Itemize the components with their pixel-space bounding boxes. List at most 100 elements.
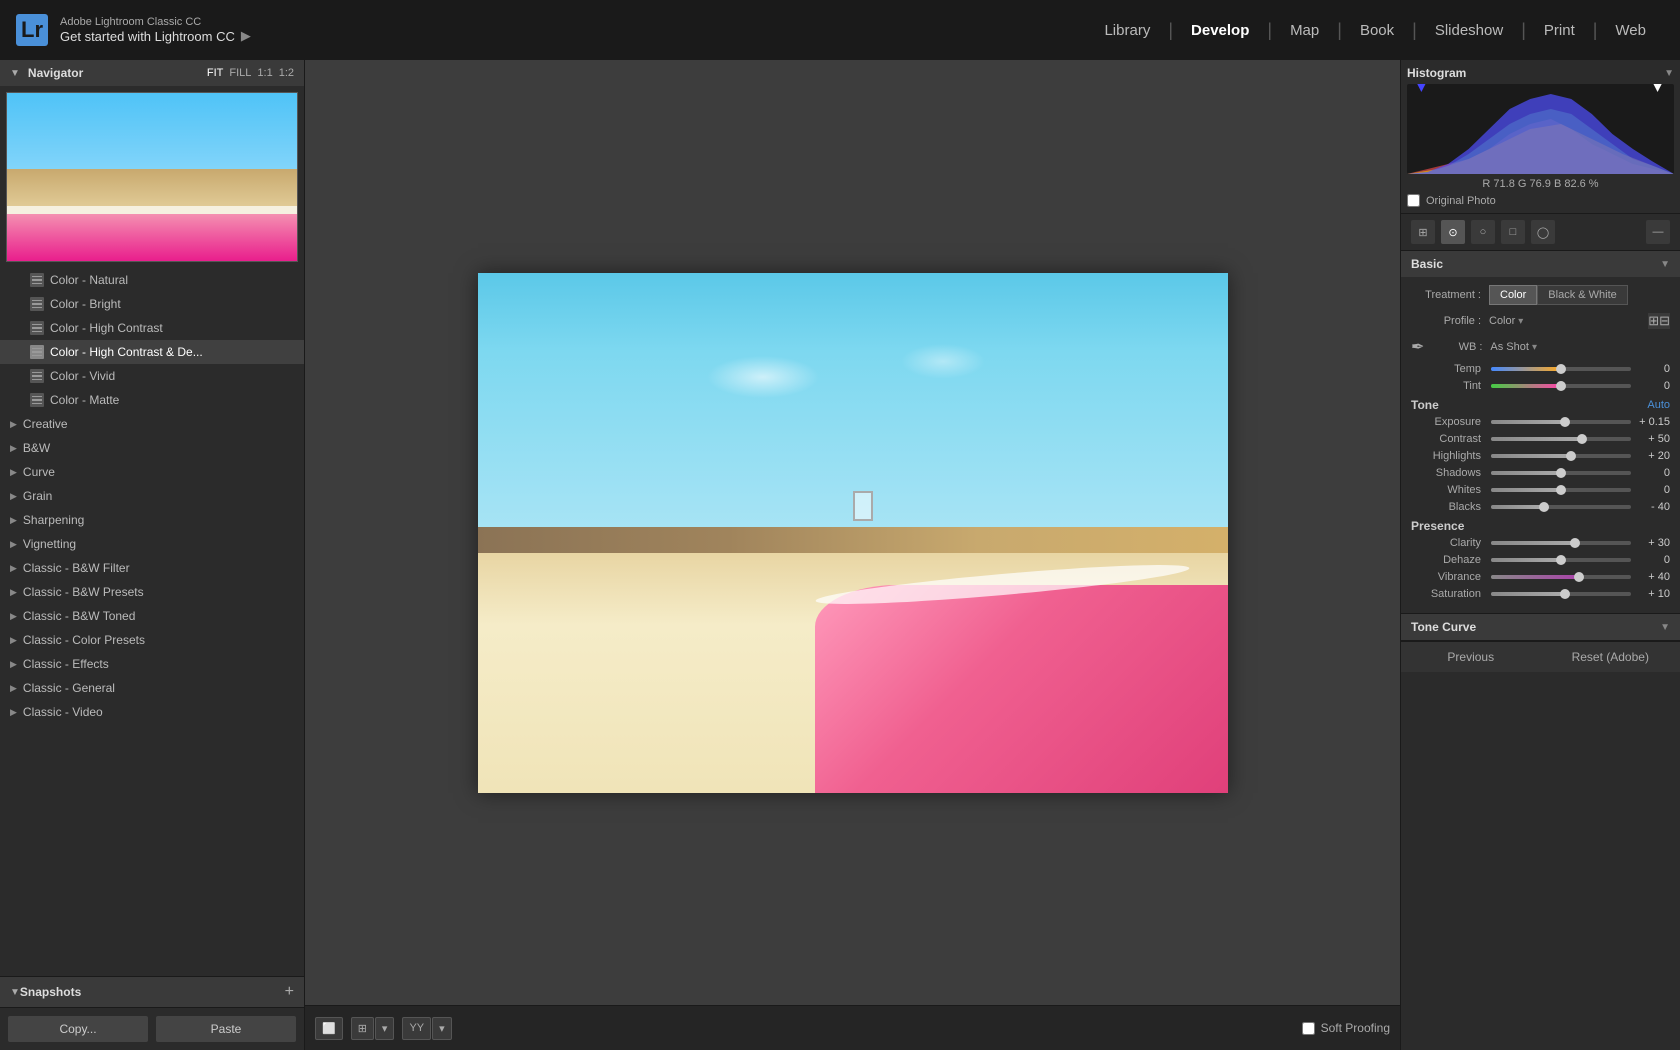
profile-value[interactable]: Color [1489, 315, 1515, 327]
preset-group-sharpening[interactable]: ▶ Sharpening [0, 508, 304, 532]
highlights-slider-thumb[interactable] [1566, 451, 1576, 461]
color-treatment-btn[interactable]: Color [1489, 285, 1537, 305]
preset-color-high-contrast-de[interactable]: Color - High Contrast & De... [0, 340, 304, 364]
preset-color-vivid[interactable]: Color - Vivid [0, 364, 304, 388]
preset-group-classic-bw-presets[interactable]: ▶ Classic - B&W Presets [0, 580, 304, 604]
profile-grid-button[interactable]: ⊞⊟ [1648, 313, 1670, 329]
temp-slider-thumb[interactable] [1556, 364, 1566, 374]
contrast-slider-thumb[interactable] [1577, 434, 1587, 444]
preset-group-classic-color-presets[interactable]: ▶ Classic - Color Presets [0, 628, 304, 652]
contrast-slider-track[interactable] [1491, 437, 1631, 441]
clarity-slider-track[interactable] [1491, 541, 1631, 545]
group-tri: ▶ [10, 611, 17, 622]
wb-value[interactable]: As Shot [1490, 341, 1529, 353]
navigator-triangle: ▼ [10, 68, 20, 79]
graduated-filter-icon[interactable]: □ [1501, 220, 1525, 244]
whites-slider-track[interactable] [1491, 488, 1631, 492]
original-photo-label: Original Photo [1426, 195, 1496, 207]
preset-group-curve[interactable]: ▶ Curve [0, 460, 304, 484]
original-photo-checkbox[interactable] [1407, 194, 1420, 207]
crop-tool-icon[interactable]: ⊞ [1411, 220, 1435, 244]
wb-row: ✒ WB : As Shot ▾ [1411, 337, 1670, 357]
preset-group-grain[interactable]: ▶ Grain [0, 484, 304, 508]
saturation-slider-thumb[interactable] [1560, 589, 1570, 599]
histogram-header: Histogram ▼ [1407, 66, 1674, 80]
preset-icon [30, 393, 44, 407]
highlights-label: Highlights [1411, 450, 1481, 462]
profile-dropdown-arrow[interactable]: ▾ [1518, 316, 1523, 327]
nav-slideshow[interactable]: Slideshow [1417, 0, 1521, 60]
zoom-1to1[interactable]: 1:1 [257, 67, 272, 79]
nav-web[interactable]: Web [1597, 0, 1664, 60]
snapshots-title: Snapshots [20, 985, 285, 999]
tone-curve-arrow: ▼ [1660, 622, 1670, 633]
clarity-slider-thumb[interactable] [1570, 538, 1580, 548]
dehaze-slider-track[interactable] [1491, 558, 1631, 562]
spot-remove-icon[interactable]: ⊙ [1441, 220, 1465, 244]
snapshots-add-button[interactable]: + [285, 983, 294, 1001]
adjustment-brush-icon[interactable]: — [1646, 220, 1670, 244]
paste-button[interactable]: Paste [156, 1016, 296, 1042]
preset-color-matte[interactable]: Color - Matte [0, 388, 304, 412]
compare-dropdown[interactable]: ▾ [432, 1017, 452, 1040]
vibrance-slider-thumb[interactable] [1574, 572, 1584, 582]
highlights-value: + 20 [1635, 450, 1670, 462]
preset-group-bw[interactable]: ▶ B&W [0, 436, 304, 460]
compare-btn[interactable]: YY [402, 1017, 431, 1040]
preset-group-classic-general[interactable]: ▶ Classic - General [0, 676, 304, 700]
exposure-slider-row: Exposure + 0.15 [1411, 416, 1670, 428]
shadows-slider-track[interactable] [1491, 471, 1631, 475]
temp-slider-track[interactable] [1491, 367, 1631, 371]
blacks-slider-thumb[interactable] [1539, 502, 1549, 512]
zoom-1to2[interactable]: 1:2 [279, 67, 294, 79]
soft-proofing-checkbox[interactable] [1302, 1022, 1315, 1035]
navigator-header[interactable]: ▼ Navigator FIT FILL 1:1 1:2 [0, 60, 304, 86]
radial-filter-icon[interactable]: ◯ [1531, 220, 1555, 244]
grid-dropdown[interactable]: ▾ [375, 1017, 395, 1040]
preset-group-classic-effects[interactable]: ▶ Classic - Effects [0, 652, 304, 676]
basic-section-header[interactable]: Basic ▼ [1401, 251, 1680, 277]
tone-auto[interactable]: Auto [1647, 399, 1670, 411]
nav-map[interactable]: Map [1272, 0, 1337, 60]
shadows-slider-thumb[interactable] [1556, 468, 1566, 478]
nav-print[interactable]: Print [1526, 0, 1593, 60]
exposure-slider-track[interactable] [1491, 420, 1631, 424]
saturation-slider-row: Saturation + 10 [1411, 588, 1670, 600]
tint-slider-track[interactable] [1491, 384, 1631, 388]
preset-group-creative[interactable]: ▶ Creative [0, 412, 304, 436]
nav-library[interactable]: Library [1086, 0, 1168, 60]
main-area: ▼ Navigator FIT FILL 1:1 1:2 Color - Nat… [0, 60, 1680, 1050]
exposure-slider-thumb[interactable] [1560, 417, 1570, 427]
whites-slider-thumb[interactable] [1556, 485, 1566, 495]
tint-slider-thumb[interactable] [1556, 381, 1566, 391]
wb-eyedropper-icon[interactable]: ✒ [1411, 337, 1424, 357]
blacks-slider-track[interactable] [1491, 505, 1631, 509]
dehaze-slider-thumb[interactable] [1556, 555, 1566, 565]
zoom-fit[interactable]: FIT [207, 67, 224, 79]
preset-color-bright[interactable]: Color - Bright [0, 292, 304, 316]
grid-2-btn[interactable]: ⊞ [351, 1017, 374, 1040]
preset-group-classic-bw-filter[interactable]: ▶ Classic - B&W Filter [0, 556, 304, 580]
snapshots-header[interactable]: ▼ Snapshots + [0, 976, 304, 1007]
preset-group-classic-video[interactable]: ▶ Classic - Video [0, 700, 304, 724]
reset-button[interactable]: Reset (Adobe) [1541, 642, 1680, 672]
view-single-btn[interactable]: ⬜ [315, 1017, 343, 1040]
tone-header: Tone Auto [1411, 398, 1670, 412]
preset-color-natural[interactable]: Color - Natural [0, 268, 304, 292]
tone-curve-header[interactable]: Tone Curve ▼ [1401, 614, 1680, 640]
saturation-slider-track[interactable] [1491, 592, 1631, 596]
nav-develop[interactable]: Develop [1173, 0, 1267, 60]
histogram-title: Histogram [1407, 66, 1466, 80]
highlights-slider-track[interactable] [1491, 454, 1631, 458]
previous-button[interactable]: Previous [1401, 642, 1541, 672]
vibrance-slider-track[interactable] [1491, 575, 1631, 579]
preset-color-high-contrast[interactable]: Color - High Contrast [0, 316, 304, 340]
nav-book[interactable]: Book [1342, 0, 1412, 60]
wb-dropdown-arrow[interactable]: ▾ [1532, 342, 1537, 353]
bw-treatment-btn[interactable]: Black & White [1537, 285, 1627, 305]
redeye-icon[interactable]: ○ [1471, 220, 1495, 244]
preset-group-classic-bw-toned[interactable]: ▶ Classic - B&W Toned [0, 604, 304, 628]
preset-group-vignetting[interactable]: ▶ Vignetting [0, 532, 304, 556]
zoom-fill[interactable]: FILL [229, 67, 251, 79]
copy-button[interactable]: Copy... [8, 1016, 148, 1042]
